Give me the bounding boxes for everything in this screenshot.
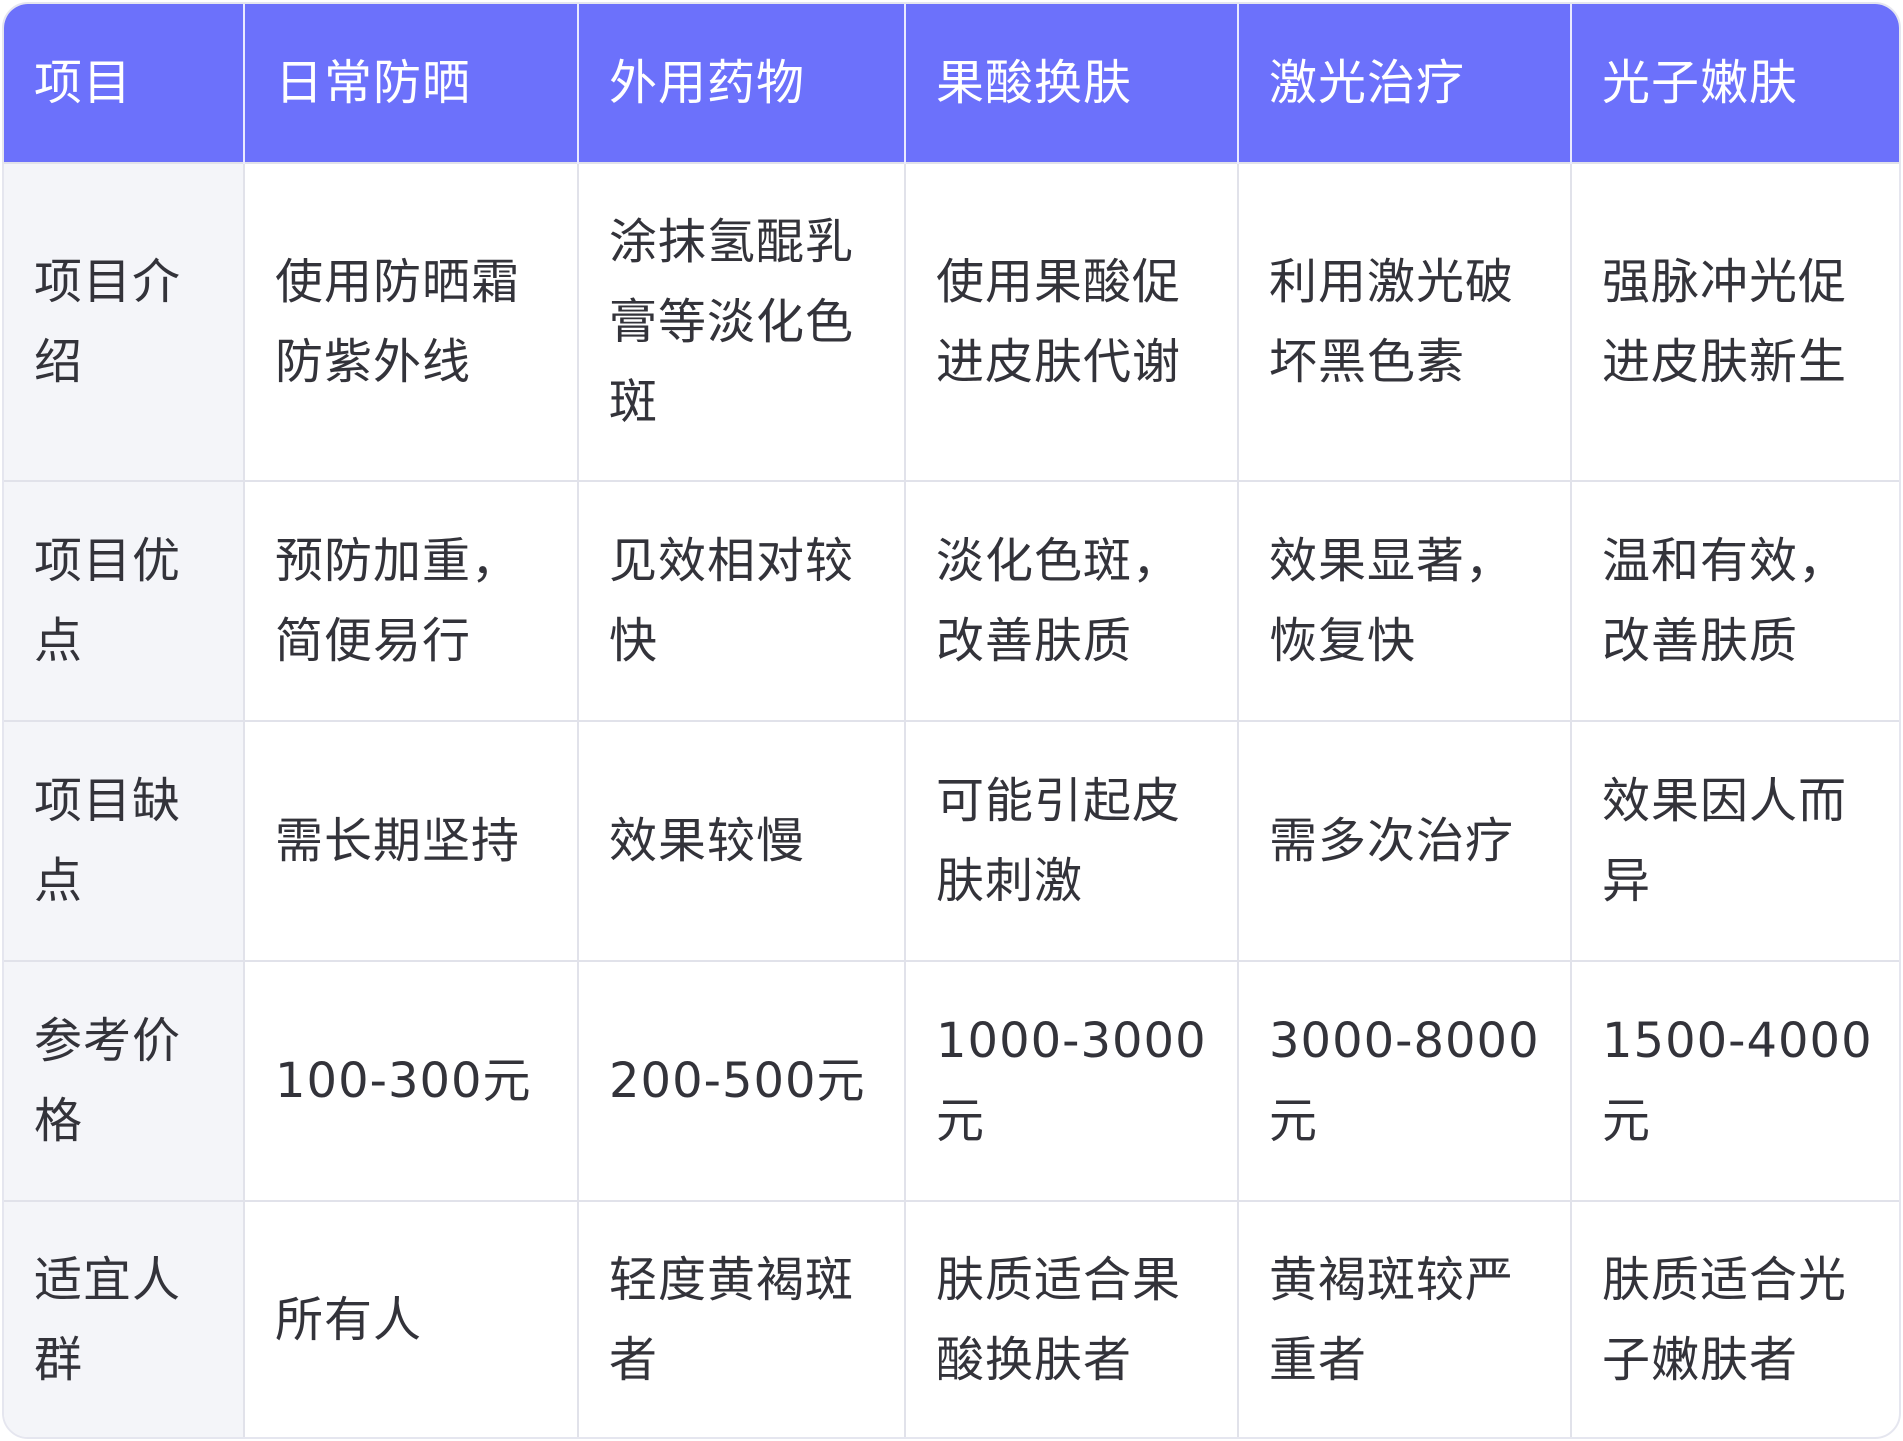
table-cell: 效果显著，恢复快: [1237, 480, 1571, 721]
table-cell: 温和有效，改善肤质: [1570, 480, 1899, 721]
header-cell-item: 项目: [4, 4, 244, 163]
table-cell: 使用果酸促进皮肤代谢: [904, 162, 1238, 481]
table-row-advantages: 项目优点 预防加重，简便易行 见效相对较快 淡化色斑，改善肤质 效果显著，恢复快…: [4, 480, 1899, 721]
table-cell: 200-500元: [577, 960, 905, 1201]
comparison-table-container: 项目 日常防晒 外用药物 果酸换肤 激光治疗 光子嫩肤 项目介绍 使用防晒霜防紫…: [2, 2, 1901, 1439]
table-cell: 肤质适合果酸换肤者: [904, 1200, 1238, 1437]
table-row-disadvantages: 项目缺点 需长期坚持 效果较慢 可能引起皮肤刺激 需多次治疗 效果因人而异: [4, 720, 1899, 961]
table-row-price: 参考价格 100-300元 200-500元 1000-3000元 3000-8…: [4, 960, 1899, 1201]
header-row: 项目 日常防晒 外用药物 果酸换肤 激光治疗 光子嫩肤: [4, 4, 1899, 163]
table-cell: 3000-8000元: [1237, 960, 1571, 1201]
table-cell: 涂抹氢醌乳膏等淡化色斑: [577, 162, 905, 481]
header-cell-topical-medicine: 外用药物: [577, 4, 905, 163]
table-cell: 100-300元: [243, 960, 578, 1201]
comparison-table: 项目 日常防晒 外用药物 果酸换肤 激光治疗 光子嫩肤 项目介绍 使用防晒霜防紫…: [4, 4, 1899, 1437]
table-cell: 预防加重，简便易行: [243, 480, 578, 721]
row-label-suitable-audience: 适宜人群: [4, 1200, 244, 1437]
header-cell-photorejuvenation: 光子嫩肤: [1570, 4, 1899, 163]
table-cell: 所有人: [243, 1200, 578, 1437]
row-label-disadvantages: 项目缺点: [4, 720, 244, 961]
table-cell: 肤质适合光子嫩肤者: [1570, 1200, 1899, 1437]
header-cell-chemical-peel: 果酸换肤: [904, 4, 1238, 163]
table-cell: 黄褐斑较严重者: [1237, 1200, 1571, 1437]
table-cell: 1500-4000元: [1570, 960, 1899, 1201]
table-cell: 使用防晒霜防紫外线: [243, 162, 578, 481]
table-row-introduction: 项目介绍 使用防晒霜防紫外线 涂抹氢醌乳膏等淡化色斑 使用果酸促进皮肤代谢 利用…: [4, 162, 1899, 481]
table-cell: 需多次治疗: [1237, 720, 1571, 961]
table-cell: 效果较慢: [577, 720, 905, 961]
table-cell: 利用激光破坏黑色素: [1237, 162, 1571, 481]
table-cell: 见效相对较快: [577, 480, 905, 721]
table-row-suitable-audience: 适宜人群 所有人 轻度黄褐斑者 肤质适合果酸换肤者 黄褐斑较严重者 肤质适合光子…: [4, 1200, 1899, 1437]
header-cell-daily-sunscreen: 日常防晒: [243, 4, 578, 163]
table-cell: 淡化色斑，改善肤质: [904, 480, 1238, 721]
row-label-price: 参考价格: [4, 960, 244, 1201]
row-label-introduction: 项目介绍: [4, 162, 244, 481]
table-cell: 可能引起皮肤刺激: [904, 720, 1238, 961]
table-cell: 1000-3000元: [904, 960, 1238, 1201]
header-cell-laser-treatment: 激光治疗: [1237, 4, 1571, 163]
table-cell: 需长期坚持: [243, 720, 578, 961]
table-cell: 轻度黄褐斑者: [577, 1200, 905, 1437]
row-label-advantages: 项目优点: [4, 480, 244, 721]
table-cell: 效果因人而异: [1570, 720, 1899, 961]
table-cell: 强脉冲光促进皮肤新生: [1570, 162, 1899, 481]
